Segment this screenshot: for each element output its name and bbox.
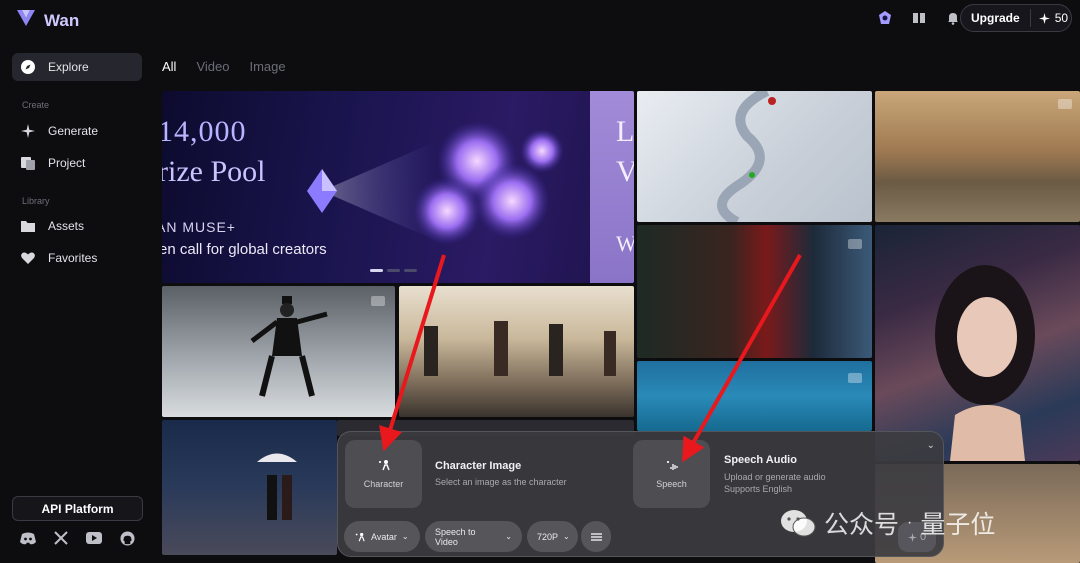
sidebar-item-explore[interactable]: Explore	[12, 53, 142, 81]
avatar-icon	[355, 532, 365, 541]
tab-image[interactable]: Image	[249, 59, 285, 74]
chevron-down-icon: ⌄	[563, 532, 570, 541]
youtube-icon[interactable]	[86, 530, 102, 546]
promo-banner[interactable]: 14,000 rize Pool AN MUSE+ en call for gl…	[162, 91, 634, 283]
character-slot-label: Character	[363, 479, 404, 489]
credits-count: 50	[1054, 11, 1069, 25]
snow-track-illustration	[717, 91, 776, 222]
upgrade-pill: Upgrade 50	[960, 4, 1072, 32]
watermark-name: 量子位	[920, 511, 996, 539]
couple-silhouette	[257, 453, 297, 520]
video-play-icon	[1058, 99, 1072, 109]
mode-chip-label: Speech to Video	[435, 526, 476, 547]
github-icon[interactable]	[119, 530, 135, 546]
video-play-icon	[371, 296, 385, 306]
create-section-label: Create	[22, 100, 50, 110]
chevron-down-icon: ⌄	[505, 532, 512, 541]
sliders-icon	[590, 532, 602, 541]
speech-title: Speech Audio	[724, 454, 797, 466]
banner-program-name: AN MUSE+	[162, 219, 236, 235]
dancer-silhouette	[250, 296, 328, 397]
character-title: Character Image	[435, 460, 522, 472]
speech-upload-slot[interactable]: Speech	[633, 440, 710, 508]
sparkle-icon	[1038, 12, 1050, 24]
logo[interactable]: Wan	[14, 6, 79, 35]
sidebar-item-favorites[interactable]: Favorites	[12, 244, 142, 272]
wechat-icon	[781, 510, 816, 537]
tab-video[interactable]: Video	[196, 59, 229, 74]
sidebar: Explore Create Generate Project Library …	[0, 40, 155, 563]
peek-letter: V	[616, 155, 634, 188]
folder-icon	[21, 221, 35, 232]
sidebar-item-label: Generate	[48, 124, 99, 138]
app-root: Wan Upgrade 50 Explore Create Generate P…	[0, 0, 1080, 563]
crystal-flower-illustration	[307, 121, 564, 245]
gallery-tile-venice-gondola[interactable]	[875, 91, 1080, 222]
sidebar-item-label: Favorites	[48, 251, 98, 265]
character-upload-slot[interactable]: Character	[345, 440, 422, 508]
app-name: Wan	[44, 10, 80, 30]
watermark-separator-icon: ·	[907, 514, 913, 531]
content-tabs: All Video Image	[162, 59, 286, 74]
peek-letter: L	[616, 115, 634, 148]
carousel-dots	[370, 269, 417, 272]
add-character-icon	[378, 460, 390, 471]
avatar-mode-dropdown[interactable]: Avatar ⌄	[344, 521, 420, 552]
book-icon[interactable]	[910, 9, 928, 27]
library-section-label: Library	[22, 196, 50, 206]
sidebar-item-label: Assets	[48, 219, 85, 233]
sidebar-item-assets[interactable]: Assets	[12, 212, 142, 240]
credits-display[interactable]: 50	[1031, 11, 1068, 25]
audio-wave-icon	[666, 461, 678, 470]
project-icon	[21, 157, 35, 170]
peek-letter: W	[616, 231, 634, 256]
banner-prize-amount: 14,000	[162, 115, 247, 148]
watermark: 公众号 · 量子位	[780, 505, 995, 541]
resolution-chip-label: 720P	[537, 531, 559, 542]
speech-subtitle: Upload or generate audio	[724, 472, 826, 482]
character-subtitle: Select an image as the character	[435, 477, 567, 487]
top-icon-bar	[876, 9, 962, 27]
speech-slot-label: Speech	[656, 479, 687, 489]
generation-mode-dropdown[interactable]: Speech to Video ⌄	[425, 521, 522, 552]
gallery-tile-underwater-jellyfish[interactable]	[637, 361, 872, 431]
heart-icon	[21, 252, 35, 264]
gallery-tile-airport-walkers[interactable]	[399, 286, 634, 417]
settings-button[interactable]	[581, 521, 611, 552]
discord-icon[interactable]	[20, 530, 36, 546]
banner-prize-label: rize Pool	[162, 155, 266, 188]
gallery-tile-umbrella-couple[interactable]	[162, 420, 337, 555]
sidebar-item-label: Project	[48, 156, 86, 170]
gallery-tile-snow-skiers[interactable]	[637, 91, 872, 222]
portrait-illustration	[935, 265, 1035, 461]
upgrade-button[interactable]: Upgrade	[961, 9, 1031, 27]
gallery-tile-street-man[interactable]	[637, 225, 872, 358]
video-play-icon	[848, 239, 862, 249]
speech-language-note: Supports English	[724, 484, 793, 494]
sidebar-item-label: Explore	[48, 60, 89, 74]
x-icon[interactable]	[53, 530, 69, 546]
chevron-down-icon: ⌄	[401, 532, 409, 541]
carousel-dot[interactable]	[370, 269, 383, 272]
collapse-chevron-icon[interactable]: ⌄	[927, 440, 935, 451]
watermark-brand: 公众号	[824, 511, 900, 539]
sidebar-item-project[interactable]: Project	[12, 149, 142, 177]
avatar-chip-label: Avatar	[371, 531, 397, 542]
gallery-tile-rain-dancer[interactable]	[162, 286, 395, 417]
social-links	[20, 530, 135, 546]
resolution-dropdown[interactable]: 720P ⌄	[527, 521, 578, 552]
carousel-dot[interactable]	[387, 269, 400, 272]
compass-icon	[21, 60, 35, 74]
tab-all[interactable]: All	[162, 59, 176, 74]
sparkle-icon	[21, 124, 35, 138]
gallery-tile-portrait-woman[interactable]	[875, 225, 1080, 461]
next-banner-peek[interactable]: L V W	[590, 91, 634, 283]
gift-icon[interactable]	[876, 9, 894, 27]
carousel-dot[interactable]	[404, 269, 417, 272]
sidebar-item-generate[interactable]: Generate	[12, 117, 142, 145]
wan-logo-icon	[14, 6, 38, 35]
walkers-silhouette	[424, 321, 616, 376]
api-platform-button[interactable]: API Platform	[12, 496, 143, 521]
video-play-icon	[848, 373, 862, 383]
